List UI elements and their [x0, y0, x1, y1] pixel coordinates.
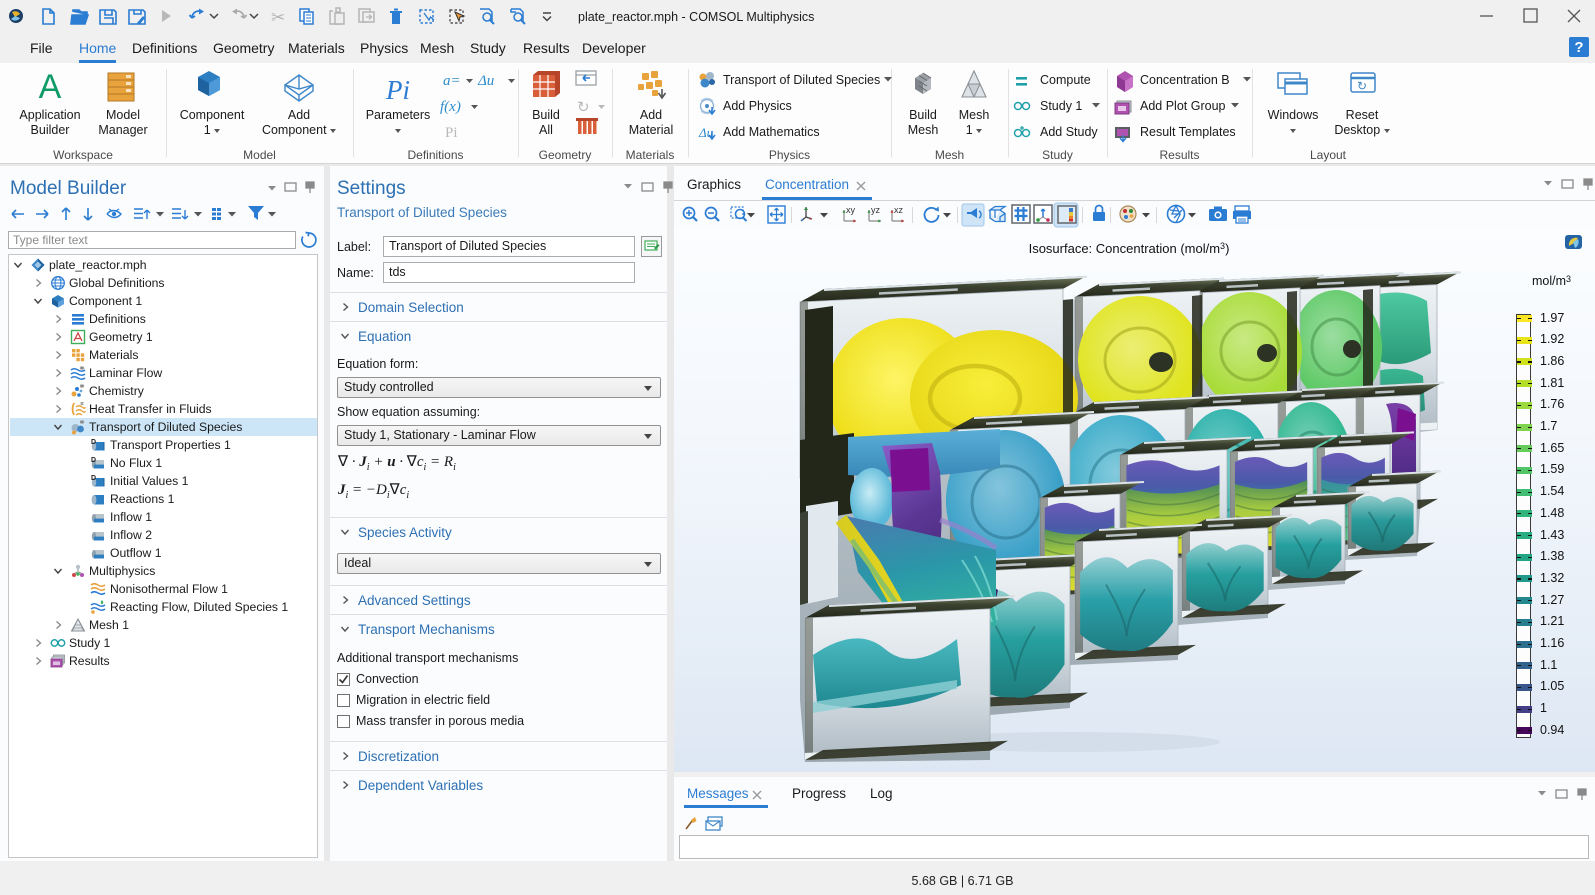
- svg-text:A: A: [39, 68, 62, 106]
- svg-text:Pi: Pi: [385, 75, 410, 105]
- svg-text:Add Physics: Add Physics: [723, 99, 792, 113]
- svg-text:Add Study: Add Study: [1040, 125, 1098, 139]
- svg-text:Δu: Δu: [477, 73, 494, 89]
- svg-text:Result Templates: Result Templates: [1140, 125, 1236, 139]
- svg-text:D: D: [91, 439, 96, 446]
- svg-text:a=: a=: [443, 73, 461, 89]
- svg-text:f(x): f(x): [440, 99, 461, 115]
- svg-text:↻: ↻: [1357, 79, 1367, 93]
- svg-text:Transport of Diluted Species: Transport of Diluted Species: [723, 73, 880, 87]
- svg-text:yz: yz: [871, 205, 881, 215]
- svg-text:D: D: [91, 457, 96, 464]
- svg-text:Concentration B: Concentration B: [1140, 73, 1230, 87]
- svg-text:Add Mathematics: Add Mathematics: [723, 125, 820, 139]
- svg-text:Compute: Compute: [1040, 73, 1091, 87]
- svg-text:Study 1: Study 1: [1040, 99, 1082, 113]
- svg-text:xy: xy: [846, 205, 856, 215]
- svg-text:✂: ✂: [271, 8, 285, 27]
- svg-text:plate_reactor.mph - COMSOL Mul: plate_reactor.mph - COMSOL Multiphysics: [578, 10, 814, 24]
- svg-text:xz: xz: [894, 205, 904, 215]
- svg-text:↻: ↻: [577, 99, 590, 116]
- svg-text:D: D: [91, 475, 96, 482]
- svg-text:Pi: Pi: [445, 125, 458, 141]
- svg-text:Add Plot Group: Add Plot Group: [1140, 99, 1226, 113]
